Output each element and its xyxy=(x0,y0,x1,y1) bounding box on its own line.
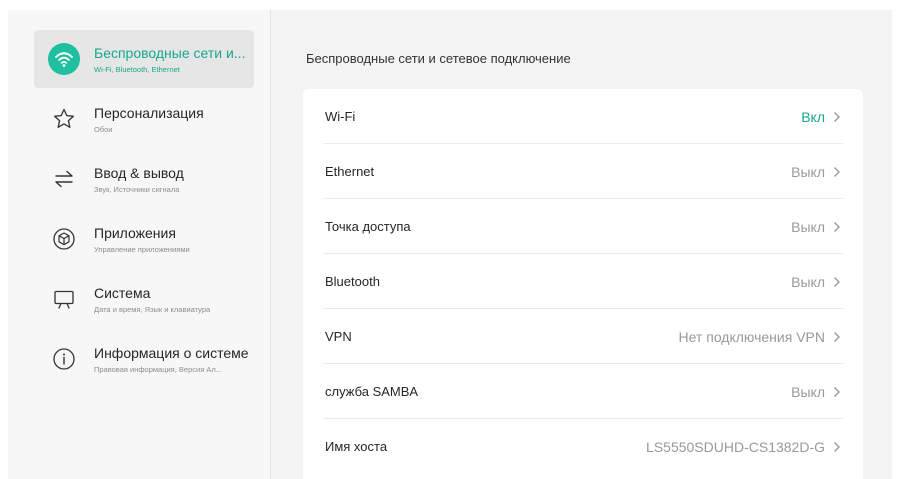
chevron-right-icon xyxy=(833,276,841,288)
sidebar-item-title: Система xyxy=(94,284,151,301)
chevron-right-icon xyxy=(833,166,841,178)
setting-row-bluetooth[interactable]: Bluetooth Выкл xyxy=(303,254,863,309)
main-panel: Беспроводные сети и сетевое подключение … xyxy=(271,10,892,479)
sidebar-item-apps[interactable]: Приложения Управление приложениями xyxy=(34,210,254,268)
setting-value: LS5550SDUHD-CS1382D-G xyxy=(646,438,825,455)
setting-label: Wi-Fi xyxy=(325,109,356,124)
page-title: Беспроводные сети и сетевое подключение xyxy=(306,51,571,66)
chevron-right-icon xyxy=(833,221,841,233)
sidebar-item-title: Беспроводные сети и... xyxy=(94,44,246,61)
sidebar-item-title: Ввод & вывод xyxy=(94,164,184,181)
sidebar-item-personalization[interactable]: Персонализация Обои xyxy=(34,90,254,148)
setting-label: служба SAMBA xyxy=(325,384,419,399)
sidebar-item-input-output[interactable]: Ввод & вывод Звук, Источники сигнала xyxy=(34,150,254,208)
sidebar: Беспроводные сети и... Wi-Fi, Bluetooth,… xyxy=(8,10,271,479)
sidebar-item-subtitle: Правовая информация, Версия Ал... xyxy=(94,364,222,374)
setting-row-hotspot[interactable]: Точка доступа Выкл xyxy=(303,199,863,254)
setting-value: Нет подключения VPN xyxy=(678,328,826,345)
sidebar-item-subtitle: Обои xyxy=(94,124,113,134)
setting-row-hostname[interactable]: Имя хоста LS5550SDUHD-CS1382D-G xyxy=(303,419,863,474)
sidebar-item-subtitle: Wi-Fi, Bluetooth, Ethernet xyxy=(94,64,180,74)
setting-label: Точка доступа xyxy=(325,219,411,234)
sidebar-item-system[interactable]: Система Дата и время, Язык и клавиатура xyxy=(34,270,254,328)
setting-value: Выкл xyxy=(791,163,825,180)
setting-label: VPN xyxy=(325,329,352,344)
sidebar-item-subtitle: Звук, Источники сигнала xyxy=(94,184,180,194)
setting-label: Имя хоста xyxy=(325,439,388,454)
setting-label: Bluetooth xyxy=(325,274,380,289)
sidebar-item-about[interactable]: Информация о системе Правовая информация… xyxy=(34,330,254,388)
sidebar-item-title: Приложения xyxy=(94,224,176,241)
setting-label: Ethernet xyxy=(325,164,375,179)
chevron-right-icon xyxy=(833,386,841,398)
sidebar-item-wireless[interactable]: Беспроводные сети и... Wi-Fi, Bluetooth,… xyxy=(34,30,254,88)
wifi-icon xyxy=(48,43,80,75)
cube-icon xyxy=(48,223,80,255)
setting-value: Вкл xyxy=(801,108,825,125)
sidebar-item-title: Информация о системе xyxy=(94,344,249,361)
chevron-right-icon xyxy=(833,111,841,123)
setting-row-vpn[interactable]: VPN Нет подключения VPN xyxy=(303,309,863,364)
settings-window: Беспроводные сети и... Wi-Fi, Bluetooth,… xyxy=(8,10,892,479)
settings-list: Wi-Fi Вкл Ethernet Выкл Точка доступа Вы… xyxy=(303,89,863,479)
setting-row-samba[interactable]: служба SAMBA Выкл xyxy=(303,364,863,419)
chevron-right-icon xyxy=(833,441,841,453)
info-icon xyxy=(48,343,80,375)
swap-arrows-icon xyxy=(48,163,80,195)
setting-value: Выкл xyxy=(791,218,825,235)
setting-value: Выкл xyxy=(791,383,825,400)
chevron-right-icon xyxy=(833,331,841,343)
sidebar-item-subtitle: Управление приложениями xyxy=(94,244,190,254)
setting-row-wifi[interactable]: Wi-Fi Вкл xyxy=(303,89,863,144)
setting-value: Выкл xyxy=(791,273,825,290)
sidebar-item-subtitle: Дата и время, Язык и клавиатура xyxy=(94,304,211,314)
monitor-icon xyxy=(48,283,80,315)
star-icon xyxy=(48,103,80,135)
sidebar-item-title: Персонализация xyxy=(94,104,204,121)
setting-row-ethernet[interactable]: Ethernet Выкл xyxy=(303,144,863,199)
